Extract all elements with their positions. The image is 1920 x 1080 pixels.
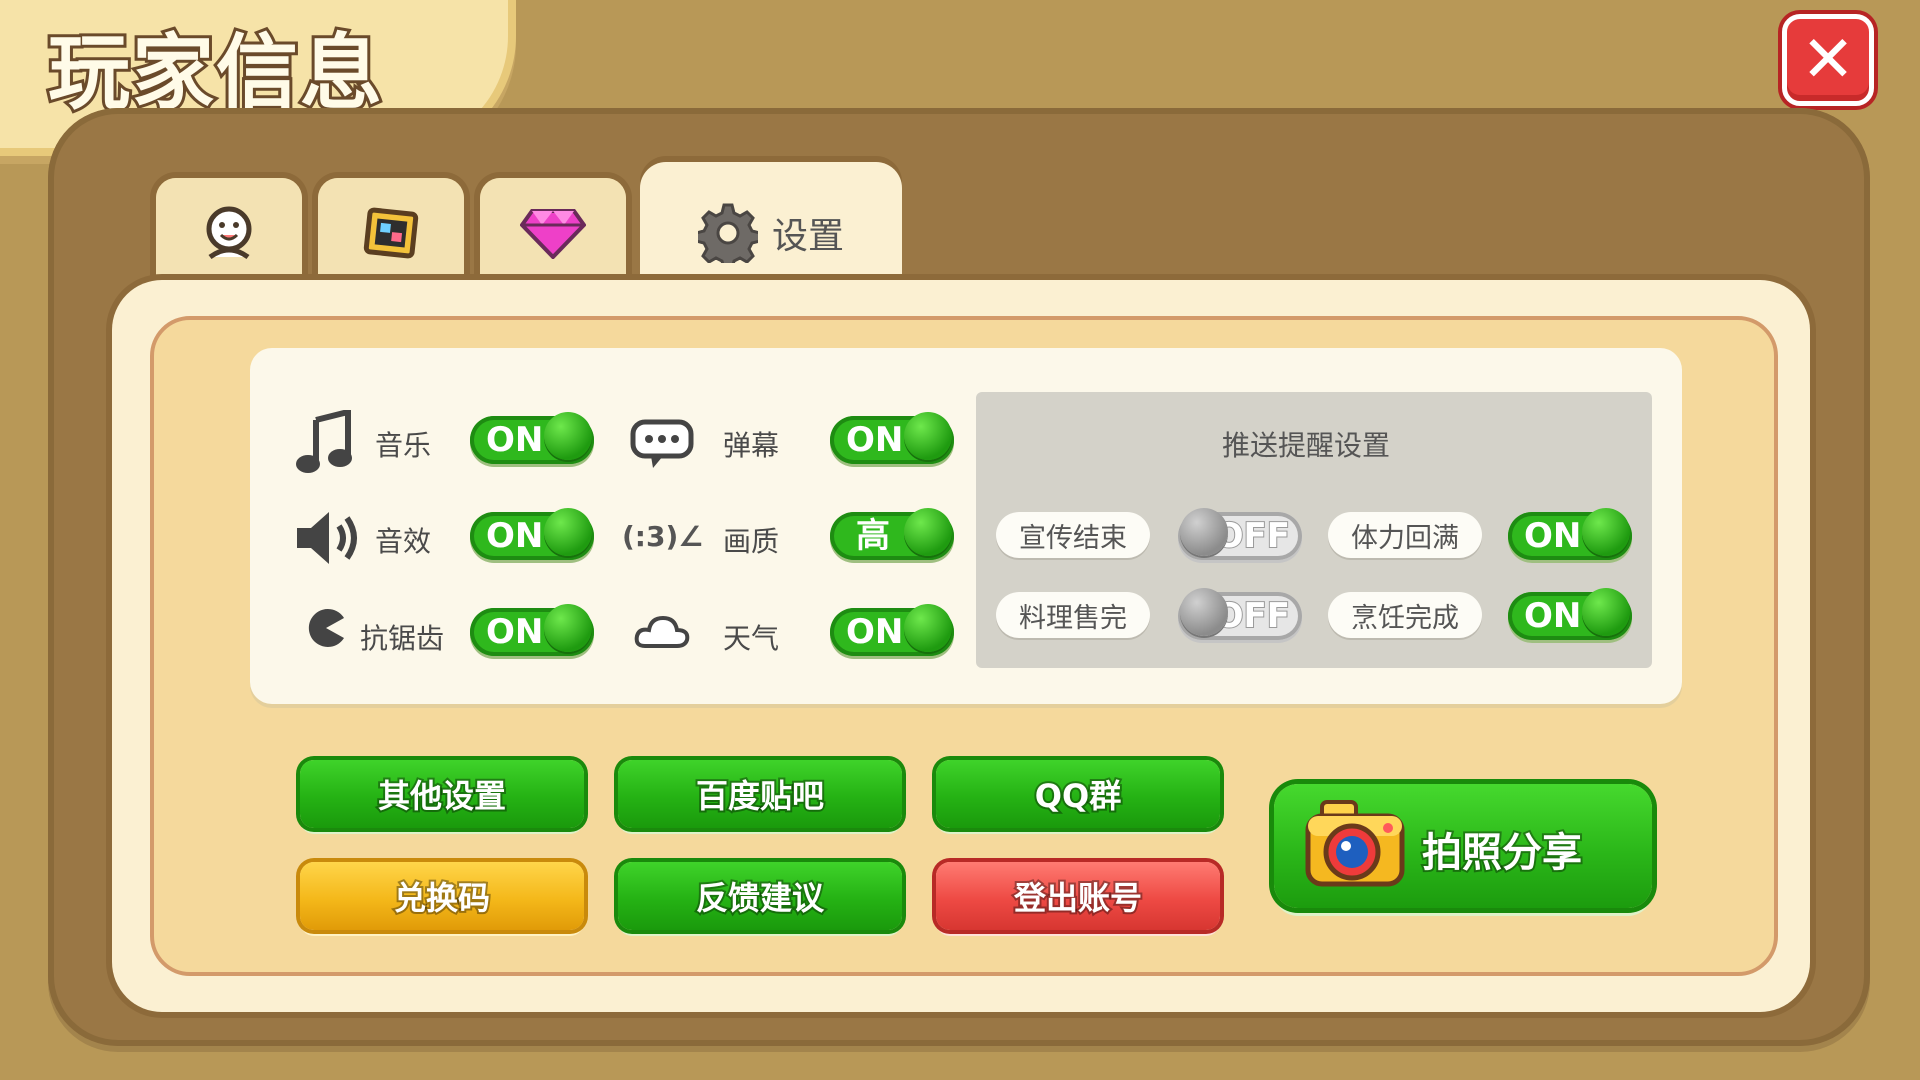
danmaku-toggle-state: ON	[846, 420, 904, 460]
qq-group-button[interactable]: QQ群	[936, 760, 1220, 828]
push-toggle-stamina-full[interactable]: ON	[1508, 508, 1632, 560]
weather-toggle-state: ON	[846, 612, 904, 652]
camera-icon	[1305, 800, 1405, 887]
chat-bubble-icon	[628, 416, 696, 472]
push-item-label: 料理售完	[996, 592, 1150, 638]
weather-label: 天气	[723, 622, 780, 655]
quality-toggle-state: 高	[856, 516, 890, 556]
push-item-label: 体力回满	[1328, 512, 1482, 558]
quality-label: 画质	[723, 525, 780, 558]
tab-profile[interactable]	[150, 172, 308, 288]
music-note-icon	[292, 408, 356, 478]
toggle-knob	[1582, 508, 1630, 556]
toggle-knob	[1582, 588, 1630, 636]
sound-toggle[interactable]: ON	[470, 508, 594, 560]
tab-diamond[interactable]	[474, 172, 632, 288]
close-button[interactable]: ✕	[1782, 14, 1874, 106]
push-item-label: 烹饪完成	[1328, 592, 1482, 638]
photo-album-icon	[363, 207, 419, 259]
toggle-knob	[904, 604, 952, 652]
tab-album[interactable]	[312, 172, 470, 288]
push-toggle-state: ON	[1524, 596, 1582, 636]
toggle-knob	[1180, 588, 1228, 636]
danmaku-toggle[interactable]: ON	[830, 412, 954, 464]
push-toggle-state: ON	[1524, 516, 1582, 556]
weather-toggle[interactable]: ON	[830, 604, 954, 656]
music-toggle[interactable]: ON	[470, 412, 594, 464]
cloud-icon	[632, 612, 692, 652]
tab-settings[interactable]: 设置	[640, 162, 902, 298]
toggle-knob	[1180, 508, 1228, 556]
push-toggle-promo-end[interactable]: OFF	[1178, 508, 1302, 560]
antialias-label: 抗锯齿	[360, 622, 445, 655]
sound-toggle-state: ON	[486, 516, 544, 556]
quality-face-icon: (:3)∠	[622, 520, 704, 553]
toggle-knob	[904, 508, 952, 556]
toggle-knob	[544, 412, 592, 460]
push-settings-title: 推送提醒设置	[1222, 429, 1391, 462]
speaker-icon	[292, 506, 364, 570]
music-toggle-state: ON	[486, 420, 544, 460]
redeem-code-button[interactable]: 兑换码	[300, 862, 584, 930]
antialias-toggle[interactable]: ON	[470, 604, 594, 656]
toggle-knob	[544, 604, 592, 652]
gear-icon	[697, 203, 758, 263]
quality-toggle[interactable]: 高	[830, 508, 954, 560]
toggle-knob	[544, 508, 592, 556]
antialias-toggle-state: ON	[486, 612, 544, 652]
push-toggle-dish-sold-out[interactable]: OFF	[1178, 588, 1302, 640]
diamond-icon	[520, 209, 586, 259]
other-settings-button[interactable]: 其他设置	[300, 760, 584, 828]
toggle-knob	[904, 412, 952, 460]
avatar-icon	[206, 206, 252, 260]
close-icon: ✕	[1801, 23, 1855, 97]
baidu-tieba-button[interactable]: 百度贴吧	[618, 760, 902, 828]
push-item-label: 宣传结束	[996, 512, 1150, 558]
tab-settings-label: 设置	[771, 216, 844, 257]
danmaku-label: 弹幕	[723, 429, 780, 462]
pacman-icon	[304, 606, 348, 650]
logout-button[interactable]: 登出账号	[936, 862, 1220, 930]
push-toggle-cooking-done[interactable]: ON	[1508, 588, 1632, 640]
photo-share-button[interactable]: 拍照分享	[1274, 784, 1652, 908]
photo-share-label: 拍照分享	[1420, 828, 1584, 878]
music-label: 音乐	[375, 429, 432, 462]
feedback-button[interactable]: 反馈建议	[618, 862, 902, 930]
sound-label: 音效	[375, 525, 432, 558]
